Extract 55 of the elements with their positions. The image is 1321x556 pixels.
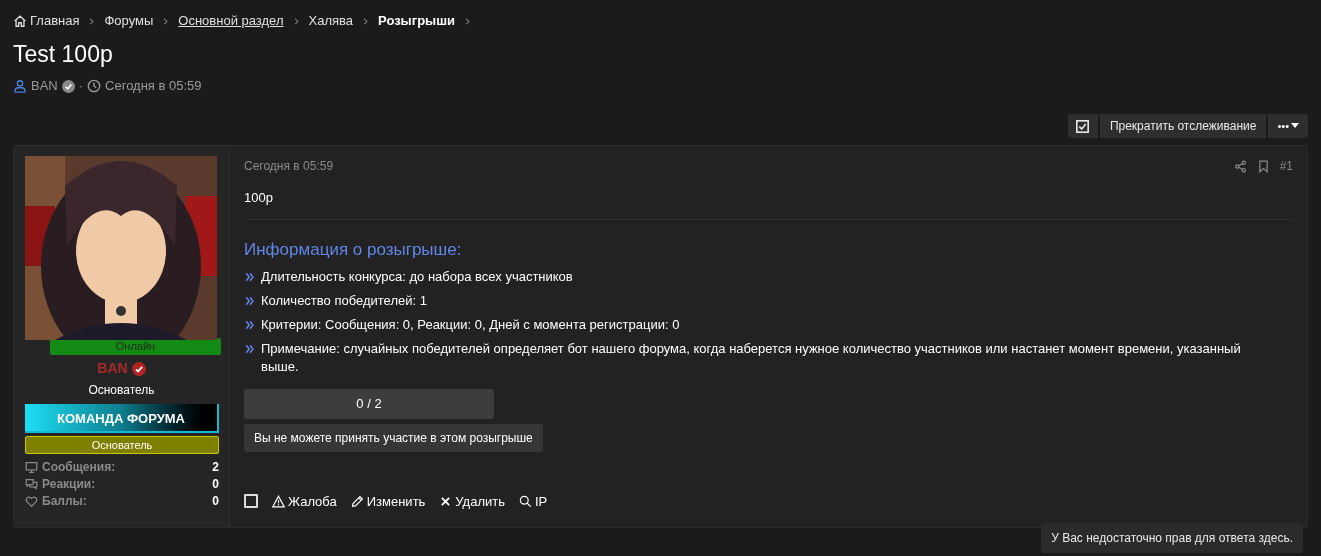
post-body: 100р (244, 189, 274, 207)
pencil-icon (350, 494, 364, 508)
post-number-link[interactable]: #1 (1279, 157, 1293, 175)
action-link[interactable]: Удалить (439, 491, 505, 511)
home-icon (13, 14, 27, 28)
stat-value: 0 (212, 476, 219, 493)
more-button[interactable]: ••• (1268, 114, 1308, 138)
reply-notice: У Вас недостаточно прав для ответа здесь. (1041, 523, 1303, 553)
stat-value: 2 (212, 459, 219, 476)
bookmark-icon (1256, 159, 1270, 173)
giveaway-item: Критерии: Сообщения: 0, Реакции: 0, Дней с момента регистрации: 0 (261, 316, 680, 334)
giveaway-item: Примечание: случайных победителей определяет бот нашего форума, когда наберется нужное количество участников или настанет момент времени, указанный выше. (261, 340, 1242, 376)
team-banner: КОМАНДА ФОРУМА (25, 404, 219, 433)
stat-label: Баллы: (42, 493, 87, 510)
stat-label: Реакции: (42, 476, 96, 493)
watch-checkbox[interactable] (1067, 114, 1098, 138)
double-chevron-icon (244, 295, 256, 307)
close-icon (439, 494, 453, 508)
stat-label: Сообщения: (42, 459, 116, 476)
checkbox-icon (1076, 119, 1090, 133)
action-link[interactable]: Жалоба (272, 491, 337, 511)
warning-icon (272, 494, 285, 508)
double-chevron-icon (244, 319, 256, 331)
action-link[interactable]: Изменить (350, 491, 426, 511)
chat-icon (25, 477, 38, 491)
unwatch-button[interactable]: Прекратить отслеживание (1099, 114, 1267, 138)
role-badge: Основатель (25, 436, 219, 454)
breadcrumb-link[interactable]: Розыгрыши (378, 11, 455, 31)
action-link[interactable]: IP (519, 491, 548, 511)
separator-dot: · (78, 77, 84, 96)
clock-icon (87, 79, 102, 93)
giveaway-item: Количество победителей: 1 (261, 292, 427, 310)
progress-label: 0 / 2 (355, 395, 383, 413)
share-icon (1233, 159, 1247, 173)
double-chevron-icon (244, 343, 256, 355)
stat-value: 0 (212, 493, 219, 510)
double-chevron-icon (244, 271, 256, 283)
user-title: Основатель (87, 382, 156, 399)
author-link[interactable]: BAN (31, 76, 58, 96)
select-checkbox[interactable] (244, 494, 258, 509)
thread-date: Сегодня в 05:59 (105, 77, 202, 96)
breadcrumb-link[interactable]: Форумы (104, 11, 154, 31)
search-icon (519, 494, 532, 508)
giveaway-heading: Информация о розыгрыше: (244, 238, 463, 261)
breadcrumb-link[interactable]: Главная (13, 11, 80, 31)
participation-notice: Вы не можете принять участие в этом розыгрыше (244, 424, 543, 452)
breadcrumb-link[interactable]: Основной раздел (178, 11, 284, 31)
post-date: Сегодня в 05:59 (244, 158, 334, 175)
caret-icon (1291, 123, 1299, 129)
giveaway-item: Длительность конкурса: до набора всех участников (261, 268, 573, 286)
thread-title: Test 100p (13, 40, 114, 69)
monitor-icon (25, 460, 38, 474)
heart-icon (25, 494, 38, 508)
user-icon (13, 79, 27, 93)
breadcrumb-link[interactable]: Халява (308, 11, 354, 31)
